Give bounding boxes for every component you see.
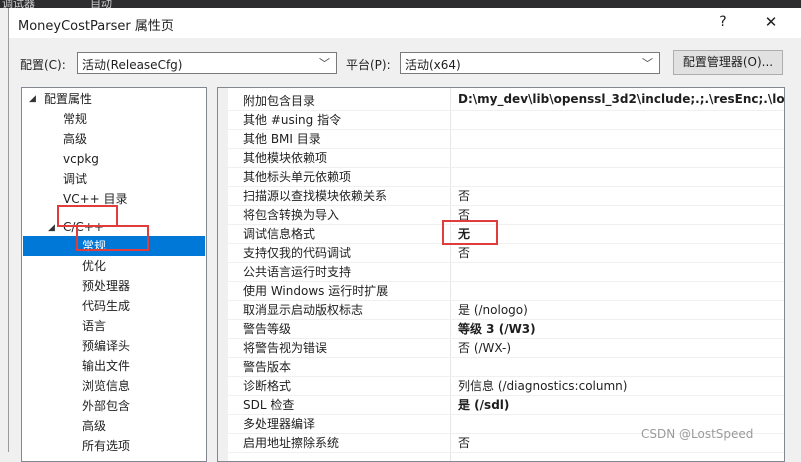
property-row[interactable]: 其他标头单元依赖项 (218, 167, 784, 187)
watermark: CSDN @LostSpeed (641, 427, 754, 441)
window-title: MoneyCostParser 属性页 (18, 19, 174, 34)
chevron-down-icon: ﹀ (319, 57, 330, 70)
ide-debugger-label: 调试器 (2, 0, 35, 8)
property-value[interactable]: 是 (/sdl) (458, 396, 509, 413)
expanded-triangle-icon[interactable]: ◢ (48, 223, 55, 233)
property-name: 将警告视为错误 (243, 341, 328, 355)
property-name: 使用 Windows 运行时扩展 (243, 284, 389, 298)
platform-dropdown[interactable]: 活动(x64) ﹀ (400, 52, 660, 74)
config-dropdown[interactable]: 活动(ReleaseCfg) ﹀ (77, 52, 337, 74)
tree-item[interactable]: 常规 (63, 109, 87, 129)
property-grid[interactable]: 附加包含目录 D:\my_dev\lib\openssl_3d2\include;… (217, 87, 785, 462)
property-pages-dialog: MoneyCostParser 属性页 ? ✕ 配置(C): 活动(Releas… (8, 8, 801, 462)
tree-item[interactable]: 浏览信息 (82, 376, 130, 396)
ide-auto-label: 自动 (90, 0, 112, 8)
property-row[interactable]: 其他 BMI 目录 (218, 129, 784, 149)
property-row[interactable]: 使用 Windows 运行时扩展 (218, 281, 784, 301)
property-name: 扫描源以查找模块依赖关系 (243, 189, 388, 203)
property-name: 其他模块依赖项 (243, 151, 328, 165)
property-value[interactable]: D:\my_dev\lib\openssl_3d2\include;.;.\re… (458, 92, 784, 106)
tree-item[interactable]: 高级 (63, 129, 87, 149)
property-row[interactable]: 扫描源以查找模块依赖关系 否 (218, 186, 784, 206)
property-row[interactable]: 支持仅我的代码调试 否 (218, 243, 784, 263)
chevron-down-icon: ﹀ (642, 57, 653, 70)
property-row[interactable]: 附加包含目录 D:\my_dev\lib\openssl_3d2\include;… (218, 91, 784, 111)
settings-tree[interactable]: ◢ 配置属性 常规 高级 vcpkg 调试 VC++ 目录 ◢ C/C++ 常规… (21, 87, 207, 462)
property-name: 警告版本 (243, 360, 292, 374)
close-icon[interactable]: ✕ (760, 13, 782, 33)
property-name: 取消显示启动版权标志 (243, 303, 364, 317)
property-name: 支持仅我的代码调试 (243, 246, 352, 260)
property-name: 启用地址擦除系统 (243, 436, 340, 450)
property-row[interactable]: 诊断格式 列信息 (/diagnostics:column) (218, 376, 784, 396)
ide-menu-strip: 调试器 自动 (0, 0, 801, 8)
tree-item[interactable]: 高级 (82, 416, 106, 436)
annotation-box-general (76, 225, 149, 251)
tree-item[interactable]: 所有选项 (82, 436, 130, 456)
tree-item[interactable]: vcpkg (63, 149, 99, 169)
title-bar: MoneyCostParser 属性页 ? ✕ (9, 8, 801, 38)
property-row[interactable]: 取消显示启动版权标志 是 (/nologo) (218, 300, 784, 320)
property-name: 其他 #using 指令 (243, 113, 342, 127)
tree-item[interactable]: 预处理器 (82, 276, 130, 296)
tree-item[interactable]: 调试 (63, 169, 87, 189)
property-name: SDL 检查 (243, 398, 295, 412)
property-row[interactable]: 警告版本 (218, 357, 784, 377)
property-row[interactable]: 警告等级 等级 3 (/W3) (218, 319, 784, 339)
property-value[interactable]: 列信息 (/diagnostics:column) (458, 377, 627, 394)
tree-item[interactable]: 输出文件 (82, 356, 130, 376)
property-row[interactable]: 公共语言运行时支持 (218, 262, 784, 282)
annotation-box-cpp (57, 205, 118, 227)
property-value[interactable]: 否 (458, 434, 470, 451)
property-name: 其他 BMI 目录 (243, 132, 321, 146)
property-row[interactable]: 调试信息格式无 (218, 224, 784, 244)
tree-item[interactable]: 代码生成 (82, 296, 130, 316)
property-value[interactable]: 否 (/WX-) (458, 339, 511, 356)
property-row[interactable]: 其他模块依赖项 (218, 148, 784, 168)
property-row[interactable]: 将包含转换为导入否 (218, 205, 784, 225)
property-name: 附加包含目录 (243, 94, 316, 108)
property-value[interactable]: 否 (458, 187, 470, 204)
config-label: 配置(C): (20, 58, 66, 72)
platform-dropdown-value: 活动(x64) (405, 58, 461, 72)
property-value[interactable]: 否 (458, 244, 470, 261)
platform-label: 平台(P): (346, 58, 391, 72)
property-value[interactable]: 是 (/nologo) (458, 301, 528, 318)
property-row[interactable]: 将警告视为错误 否 (/WX-) (218, 338, 784, 358)
property-value[interactable]: 等级 3 (/W3) (458, 320, 536, 337)
property-row[interactable]: 其他 #using 指令 (218, 110, 784, 130)
property-name: 其他标头单元依赖项 (243, 170, 352, 184)
property-name: 多处理器编译 (243, 417, 316, 431)
config-dropdown-value: 活动(ReleaseCfg) (82, 58, 183, 72)
tree-item[interactable]: 外部包含 (82, 396, 130, 416)
config-manager-button[interactable]: 配置管理器(O)... (673, 50, 783, 75)
property-name: 调试信息格式 (243, 227, 316, 241)
property-row[interactable]: SDL 检查 是 (/sdl) (218, 395, 784, 415)
property-name: 公共语言运行时支持 (243, 265, 352, 279)
annotation-box-debug-format (442, 220, 498, 245)
property-name: 诊断格式 (243, 379, 292, 393)
help-icon[interactable]: ? (713, 14, 733, 32)
property-name: 警告等级 (243, 322, 292, 336)
tree-item[interactable]: 优化 (82, 256, 106, 276)
tree-item-config-properties[interactable]: 配置属性 (44, 89, 92, 109)
tree-item[interactable]: 语言 (82, 316, 106, 336)
property-name: 将包含转换为导入 (243, 208, 340, 222)
tree-item[interactable]: 预编译头 (82, 336, 130, 356)
expanded-triangle-icon[interactable]: ◢ (29, 94, 36, 104)
